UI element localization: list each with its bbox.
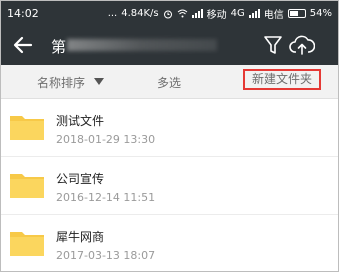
folder-title: 第 — [51, 38, 67, 56]
carrier-2: 电信 — [263, 10, 284, 21]
battery-icon — [287, 9, 306, 18]
wifi-icon — [177, 9, 187, 18]
battery-percent: 54% — [309, 8, 332, 19]
new-folder-button[interactable]: 新建文件夹 — [243, 69, 321, 90]
status-dots: ... — [107, 8, 118, 19]
filter-icon[interactable] — [263, 34, 283, 56]
app-window: 14:02 ... 4.84K/s 移动 4G 电信 54% 第 名称排序 多选… — [0, 0, 339, 272]
sort-by-name-button[interactable]: 名称排序 — [37, 74, 85, 91]
file-date: 2016-12-14 11:51 — [56, 191, 156, 204]
file-date: 2017-03-13 18:07 — [56, 249, 156, 262]
folder-icon — [10, 116, 44, 140]
file-name: 公司宣传 — [56, 172, 105, 186]
signal-2-icon — [248, 9, 260, 18]
file-name: 测试文件 — [56, 114, 105, 128]
folder-icon — [10, 174, 44, 198]
toolbar: 名称排序 多选 新建文件夹 — [1, 65, 338, 99]
app-header: 第 — [1, 25, 338, 65]
folder-icon — [10, 232, 44, 256]
cloud-upload-icon[interactable] — [289, 33, 315, 57]
file-name: 犀牛网商 — [56, 230, 105, 244]
network-type: 4G — [230, 8, 245, 19]
list-item[interactable]: 测试文件 2018-01-29 13:30 — [1, 99, 338, 157]
multi-select-button[interactable]: 多选 — [157, 74, 181, 91]
status-bar: 14:02 ... 4.84K/s 移动 4G 电信 54% — [1, 1, 338, 25]
back-arrow-icon[interactable] — [11, 33, 35, 57]
status-time: 14:02 — [7, 7, 39, 20]
blurred-title-region — [67, 39, 217, 51]
alarm-icon — [163, 10, 172, 18]
list-item[interactable]: 公司宣传 2016-12-14 11:51 — [1, 157, 338, 215]
sort-dropdown-arrow-icon[interactable] — [94, 78, 104, 85]
file-date: 2018-01-29 13:30 — [56, 133, 156, 146]
list-item[interactable]: 犀牛网商 2017-03-13 18:07 — [1, 215, 338, 271]
carrier-1: 移动 — [206, 10, 227, 21]
file-list: 测试文件 2018-01-29 13:30 公司宣传 2016-12-14 11… — [1, 99, 338, 271]
status-right: ... 4.84K/s 移动 4G 电信 54% — [108, 6, 332, 21]
signal-1-icon — [191, 9, 203, 18]
network-speed: 4.84K/s — [121, 8, 159, 19]
